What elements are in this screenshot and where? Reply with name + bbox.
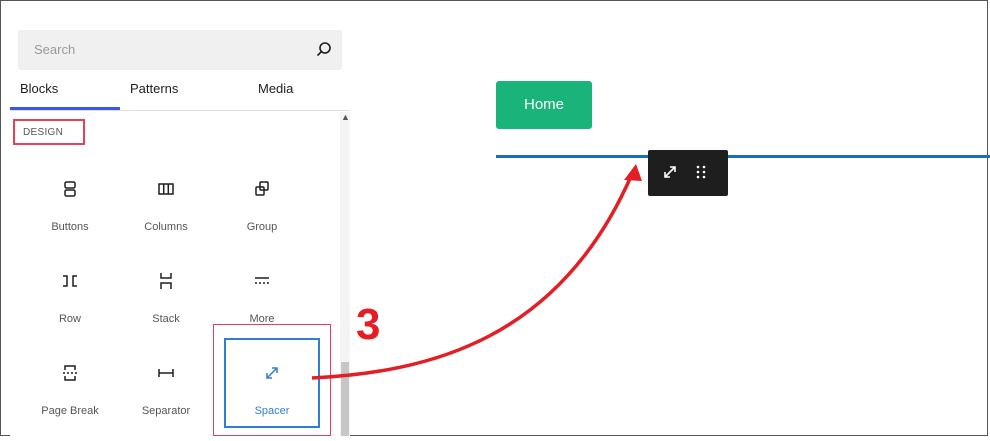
drag-handle-icon[interactable] xyxy=(694,162,708,182)
tab-blocks[interactable]: Blocks xyxy=(20,81,58,96)
page-break-icon xyxy=(63,365,77,381)
separator-icon xyxy=(158,369,174,377)
block-columns[interactable]: Columns xyxy=(118,177,214,257)
category-heading: DESIGN xyxy=(23,127,64,138)
step-number-annotation: 3 xyxy=(356,300,381,349)
block-label: Spacer xyxy=(254,405,290,417)
block-label: Columns xyxy=(144,221,188,233)
block-label: Stack xyxy=(152,313,180,325)
tab-media[interactable]: Media xyxy=(258,81,293,96)
block-row[interactable]: Row xyxy=(22,269,118,349)
more-icon xyxy=(255,277,269,284)
block-group[interactable]: Group xyxy=(214,177,310,257)
stack-icon xyxy=(160,273,172,289)
resize-icon[interactable] xyxy=(660,162,680,182)
block-spacer[interactable]: Spacer xyxy=(224,361,320,441)
columns-icon xyxy=(158,183,174,195)
active-tab-indicator xyxy=(10,107,120,110)
block-stack[interactable]: Stack xyxy=(118,269,214,349)
scroll-thumb[interactable] xyxy=(341,362,349,436)
block-label: Page Break xyxy=(41,405,99,417)
block-label: Separator xyxy=(141,405,191,417)
tab-patterns[interactable]: Patterns xyxy=(130,81,178,96)
row-icon xyxy=(63,275,77,287)
group-icon xyxy=(255,181,269,196)
block-page-break[interactable]: Page Break xyxy=(22,361,118,441)
search-icon[interactable] xyxy=(314,40,334,60)
home-button[interactable]: Home xyxy=(496,81,592,129)
buttons-icon xyxy=(64,181,76,197)
block-label: Group xyxy=(246,221,278,233)
block-label: Buttons xyxy=(51,221,89,233)
block-label: Row xyxy=(58,313,81,325)
block-buttons[interactable]: Buttons xyxy=(22,177,118,257)
spacer-icon xyxy=(266,367,278,379)
spacer-block-boundary[interactable] xyxy=(496,155,990,158)
spacer-block-toolbar xyxy=(648,150,728,196)
search-input[interactable]: Search xyxy=(34,42,75,57)
category-design-highlight: DESIGN xyxy=(13,119,85,145)
search-box[interactable]: Search xyxy=(18,30,342,70)
scrollbar[interactable]: ▲ xyxy=(340,112,350,436)
scroll-up-icon[interactable]: ▲ xyxy=(341,112,350,122)
inserter-tabs: Blocks Patterns Media xyxy=(10,74,350,111)
block-separator[interactable]: Separator xyxy=(118,361,214,441)
